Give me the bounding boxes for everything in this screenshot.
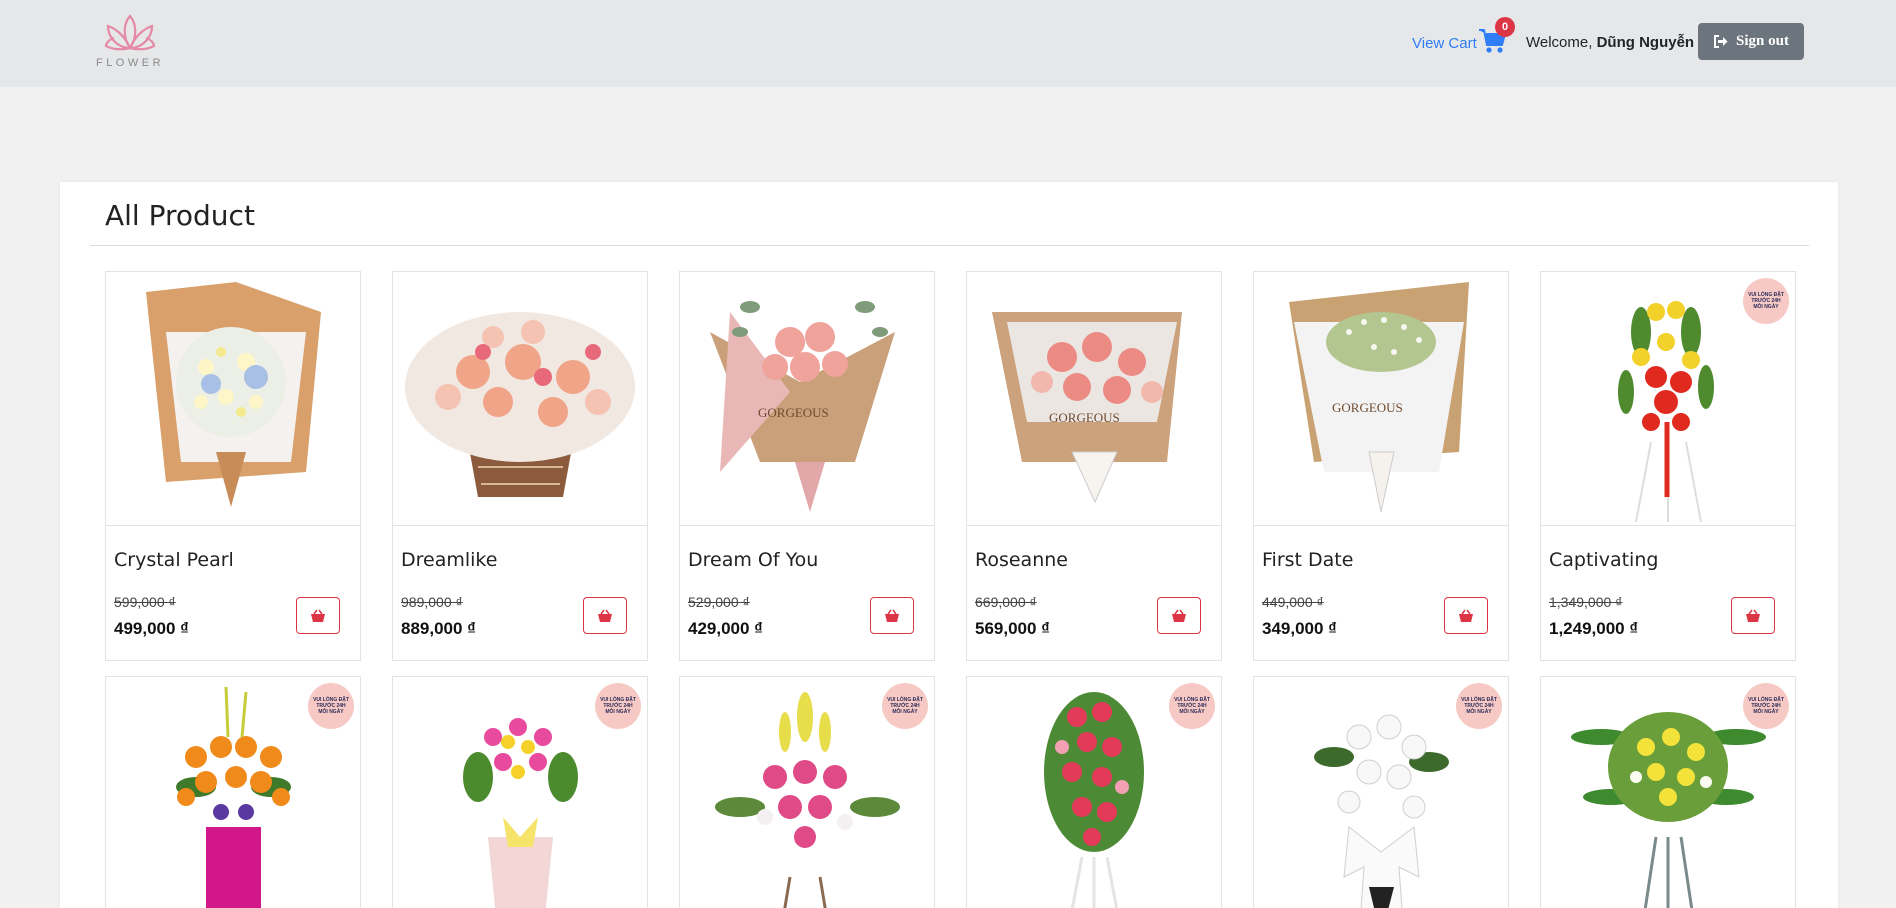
title-divider	[90, 245, 1809, 246]
product-price: 429,000 ₫	[688, 619, 763, 638]
product-card[interactable]: VUI LÒNG ĐẶT TRƯỚC 24H MỖI NGÀY	[1253, 676, 1509, 908]
product-name[interactable]: First Date	[1262, 549, 1353, 571]
lotus-logo-icon	[104, 14, 156, 51]
welcome-text: Welcome, Dũng Nguyễn	[1526, 34, 1694, 51]
product-card[interactable]: GORGEOUS Dream Of You 529,000 ₫ 429,000 …	[679, 271, 935, 661]
product-image[interactable]	[106, 272, 360, 526]
page-title: All Product	[105, 199, 255, 232]
product-image[interactable]: VUI LÒNG ĐẶT TRƯỚC 24H MỖI NGÀY	[106, 677, 360, 908]
preorder-badge: VUI LÒNG ĐẶT TRƯỚC 24H MỖI NGÀY	[595, 683, 641, 729]
product-image[interactable]: VUI LÒNG ĐẶT TRƯỚC 24H MỖI NGÀY	[967, 677, 1221, 908]
product-image[interactable]: VUI LÒNG ĐẶT TRƯỚC 24H MỖI NGÀY	[1254, 677, 1508, 908]
product-name[interactable]: Dream Of You	[688, 549, 818, 571]
product-image[interactable]: GORGEOUS	[1254, 272, 1508, 526]
product-price: 569,000 ₫	[975, 619, 1050, 638]
top-navbar: FLOWER View Cart 0 Welcome, Dũng Nguyễn …	[0, 0, 1896, 87]
preorder-badge: VUI LÒNG ĐẶT TRƯỚC 24H MỖI NGÀY	[882, 683, 928, 729]
preorder-badge: VUI LÒNG ĐẶT TRƯỚC 24H MỖI NGÀY	[1169, 683, 1215, 729]
preorder-badge: VUI LÒNG ĐẶT TRƯỚC 24H MỖI NGÀY	[1456, 683, 1502, 729]
preorder-badge: VUI LÒNG ĐẶT TRƯỚC 24H MỖI NGÀY	[1743, 683, 1789, 729]
product-image[interactable]: VUI LÒNG ĐẶT TRƯỚC 24H MỖI NGÀY	[680, 677, 934, 908]
logo-text: FLOWER	[95, 57, 165, 69]
svg-text:GORGEOUS: GORGEOUS	[1332, 400, 1403, 415]
product-price: 499,000 ₫	[114, 619, 189, 638]
basket-icon	[598, 609, 612, 622]
cart-count-badge: 0	[1495, 17, 1515, 37]
product-price: 1,249,000 ₫	[1549, 619, 1639, 638]
product-image[interactable]: VUI LÒNG ĐẶT TRƯỚC 24H MỖI NGÀY	[1541, 272, 1795, 526]
product-old-price: 989,000 ₫	[401, 594, 463, 610]
product-name[interactable]: Roseanne	[975, 549, 1068, 571]
product-name[interactable]: Captivating	[1549, 549, 1658, 571]
basket-icon	[1459, 609, 1473, 622]
preorder-badge: VUI LÒNG ĐẶT TRƯỚC 24H MỖI NGÀY	[1743, 278, 1789, 324]
product-panel: All Product Crystal Pearl 599,000 ₫ 499,…	[60, 182, 1838, 908]
add-to-cart-button[interactable]	[1157, 597, 1201, 634]
add-to-cart-button[interactable]	[1444, 597, 1488, 634]
product-card[interactable]: Dreamlike 989,000 ₫ 889,000 ₫	[392, 271, 648, 661]
basket-icon	[311, 609, 325, 622]
basket-icon	[1746, 609, 1760, 622]
svg-text:GORGEOUS: GORGEOUS	[1049, 410, 1120, 425]
product-image[interactable]: VUI LÒNG ĐẶT TRƯỚC 24H MỖI NGÀY	[1541, 677, 1795, 908]
product-name[interactable]: Crystal Pearl	[114, 549, 234, 571]
sign-out-label: Sign out	[1736, 33, 1789, 49]
add-to-cart-button[interactable]	[296, 597, 340, 634]
product-price: 889,000 ₫	[401, 619, 476, 638]
product-card[interactable]: VUI LÒNG ĐẶT TRƯỚC 24H MỖI NGÀY	[392, 676, 648, 908]
product-old-price: 1,349,000 ₫	[1549, 594, 1623, 610]
sign-out-button[interactable]: Sign out	[1698, 23, 1804, 60]
product-name[interactable]: Dreamlike	[401, 549, 497, 571]
product-image[interactable]: GORGEOUS	[680, 272, 934, 526]
welcome-prefix: Welcome,	[1526, 34, 1593, 51]
product-card[interactable]: VUI LÒNG ĐẶT TRƯỚC 24H MỖI NGÀY Captivat…	[1540, 271, 1796, 661]
add-to-cart-button[interactable]	[870, 597, 914, 634]
product-card[interactable]: GORGEOUS Roseanne 669,000 ₫ 569,000 ₫	[966, 271, 1222, 661]
basket-icon	[1172, 609, 1186, 622]
product-price: 349,000 ₫	[1262, 619, 1337, 638]
product-old-price: 669,000 ₫	[975, 594, 1037, 610]
preorder-badge: VUI LÒNG ĐẶT TRƯỚC 24H MỖI NGÀY	[308, 683, 354, 729]
product-card[interactable]: VUI LÒNG ĐẶT TRƯỚC 24H MỖI NGÀY	[966, 676, 1222, 908]
product-card[interactable]: VUI LÒNG ĐẶT TRƯỚC 24H MỖI NGÀY	[1540, 676, 1796, 908]
product-card[interactable]: VUI LÒNG ĐẶT TRƯỚC 24H MỖI NGÀY	[105, 676, 361, 908]
user-name: Dũng Nguyễn	[1596, 34, 1695, 51]
view-cart-link[interactable]: View Cart	[1412, 35, 1477, 52]
add-to-cart-button[interactable]	[1731, 597, 1775, 634]
flower-logo[interactable]: FLOWER	[95, 12, 165, 72]
product-card[interactable]: Crystal Pearl 599,000 ₫ 499,000 ₫	[105, 271, 361, 661]
svg-text:GORGEOUS: GORGEOUS	[758, 405, 829, 420]
product-old-price: 529,000 ₫	[688, 594, 750, 610]
product-card[interactable]: GORGEOUS First Date 449,000 ₫ 349,000 ₫	[1253, 271, 1509, 661]
product-card[interactable]: VUI LÒNG ĐẶT TRƯỚC 24H MỖI NGÀY	[679, 676, 935, 908]
sign-out-icon	[1714, 35, 1728, 48]
basket-icon	[885, 609, 899, 622]
product-old-price: 449,000 ₫	[1262, 594, 1324, 610]
product-image[interactable]: GORGEOUS	[967, 272, 1221, 526]
product-image[interactable]: VUI LÒNG ĐẶT TRƯỚC 24H MỖI NGÀY	[393, 677, 647, 908]
product-image[interactable]	[393, 272, 647, 526]
add-to-cart-button[interactable]	[583, 597, 627, 634]
product-old-price: 599,000 ₫	[114, 594, 176, 610]
